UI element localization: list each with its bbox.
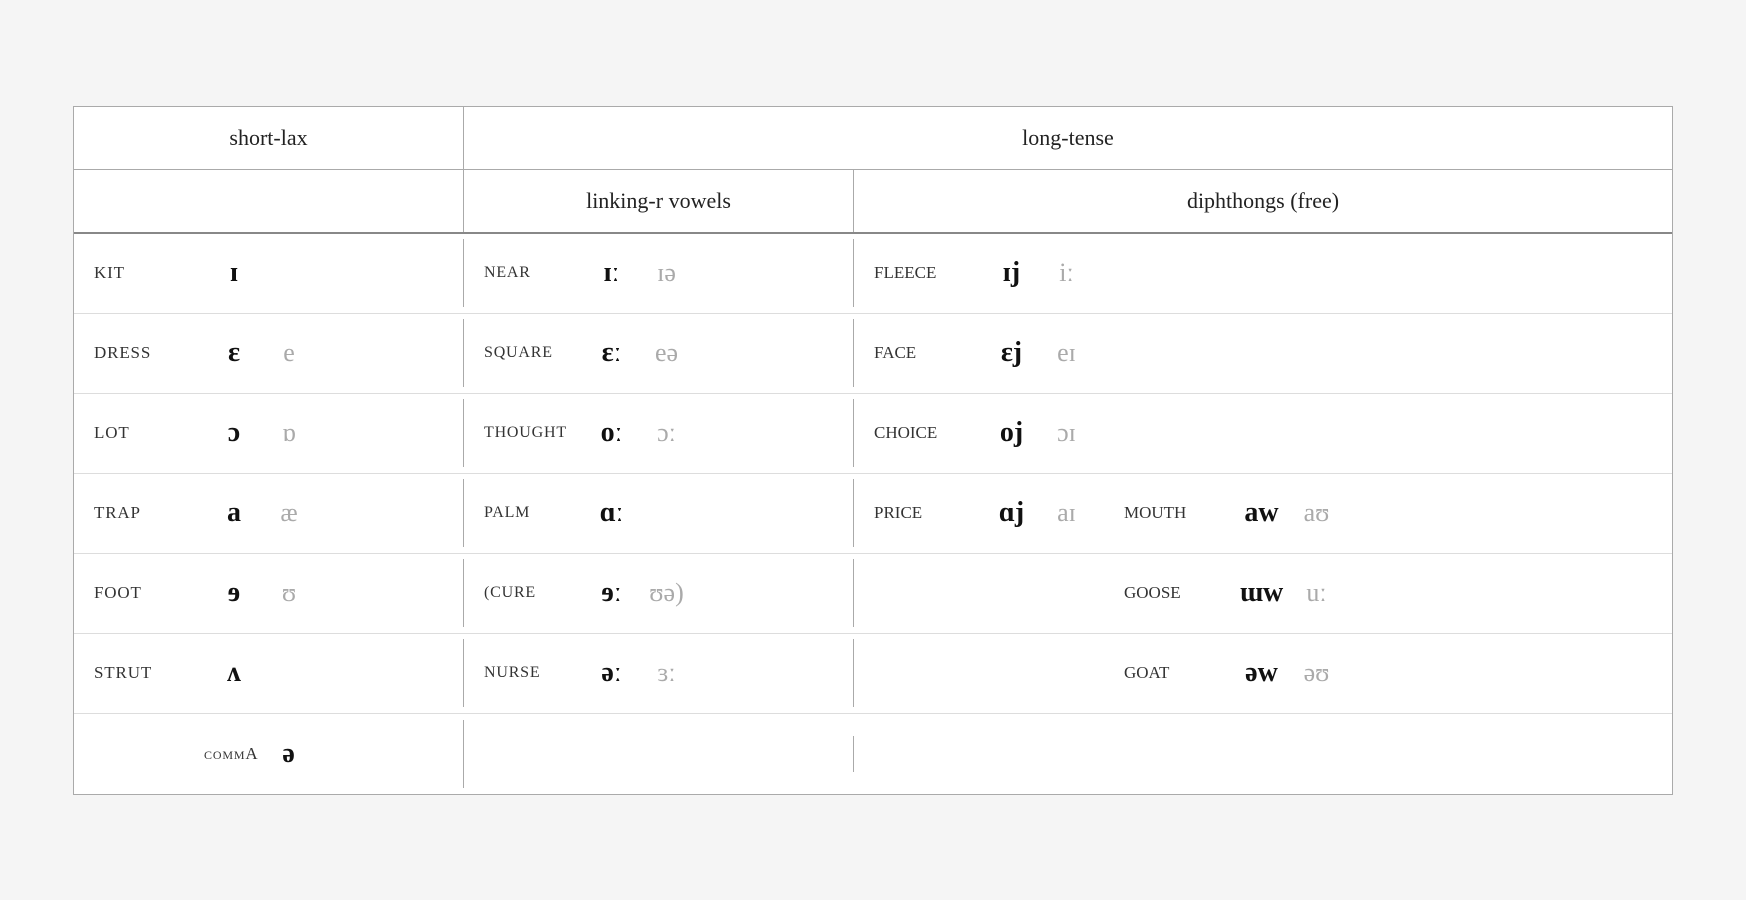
col-diphthongs: FACE ɛj eɪ	[854, 319, 1672, 387]
col-linking-r: NEAR ɪː ɪə	[464, 239, 854, 307]
col-diphthongs: GOAT əw əʊ	[854, 639, 1672, 707]
body-rows: KIT ɪ NEAR ɪː ɪə FLEECE ɪj iː DRESS	[74, 234, 1672, 794]
col-short-lax: KIT ɪ	[74, 239, 464, 307]
header-row-1: short-lax long-tense	[74, 107, 1672, 170]
header-long-tense: long-tense	[464, 107, 1672, 169]
vowel-table: short-lax long-tense linking-r vowels di…	[73, 106, 1673, 795]
col-short-lax: STRUT ʌ	[74, 639, 464, 707]
col-short-lax: LOT ɔ ɒ	[74, 399, 464, 467]
col-short-lax: FOOT ɘ ʊ	[74, 559, 464, 627]
col-linking-r: THOUGHT oː ɔː	[464, 399, 854, 467]
col-short-lax: DRESS ɛ e	[74, 319, 464, 387]
table-row: STRUT ʌ NURSE əː ɜː GOAT əw əʊ	[74, 634, 1672, 714]
header-short-lax: short-lax	[74, 107, 464, 169]
header-linking-r: linking-r vowels	[464, 170, 854, 232]
table-row: LOT ɔ ɒ THOUGHT oː ɔː CHOICE oj ɔɪ	[74, 394, 1672, 474]
col-short-lax: TRAP a æ	[74, 479, 464, 547]
header-diphthongs: diphthongs (free)	[854, 170, 1672, 232]
col-linking-r: PALM ɑː	[464, 479, 854, 547]
col-diphthongs: PRICE ɑj aɪ MOUTH aw aʊ	[854, 479, 1672, 547]
table-row: KIT ɪ NEAR ɪː ɪə FLEECE ɪj iː	[74, 234, 1672, 314]
col-linking-r	[464, 736, 854, 772]
col-diphthongs	[854, 736, 1672, 772]
table-row: TRAP a æ PALM ɑː PRICE ɑj aɪ MOUTH aw aʊ	[74, 474, 1672, 554]
header-empty	[74, 170, 464, 232]
col-linking-r: NURSE əː ɜː	[464, 639, 854, 707]
table-row: DRESS ɛ e SQUARE ɛː eə FACE ɛj eɪ	[74, 314, 1672, 394]
col-diphthongs: FLEECE ɪj iː	[854, 239, 1672, 307]
col-linking-r: (CURE ɘː ʊə)	[464, 559, 854, 627]
col-diphthongs: CHOICE oj ɔɪ	[854, 399, 1672, 467]
table-row: FOOT ɘ ʊ (CURE ɘː ʊə) GOOSE ɯw uː	[74, 554, 1672, 634]
col-diphthongs: GOOSE ɯw uː	[854, 559, 1672, 627]
col-linking-r: SQUARE ɛː eə	[464, 319, 854, 387]
header-row-2: linking-r vowels diphthongs (free)	[74, 170, 1672, 234]
table-row: commA ə	[74, 714, 1672, 794]
col-short-lax: commA ə	[74, 720, 464, 788]
